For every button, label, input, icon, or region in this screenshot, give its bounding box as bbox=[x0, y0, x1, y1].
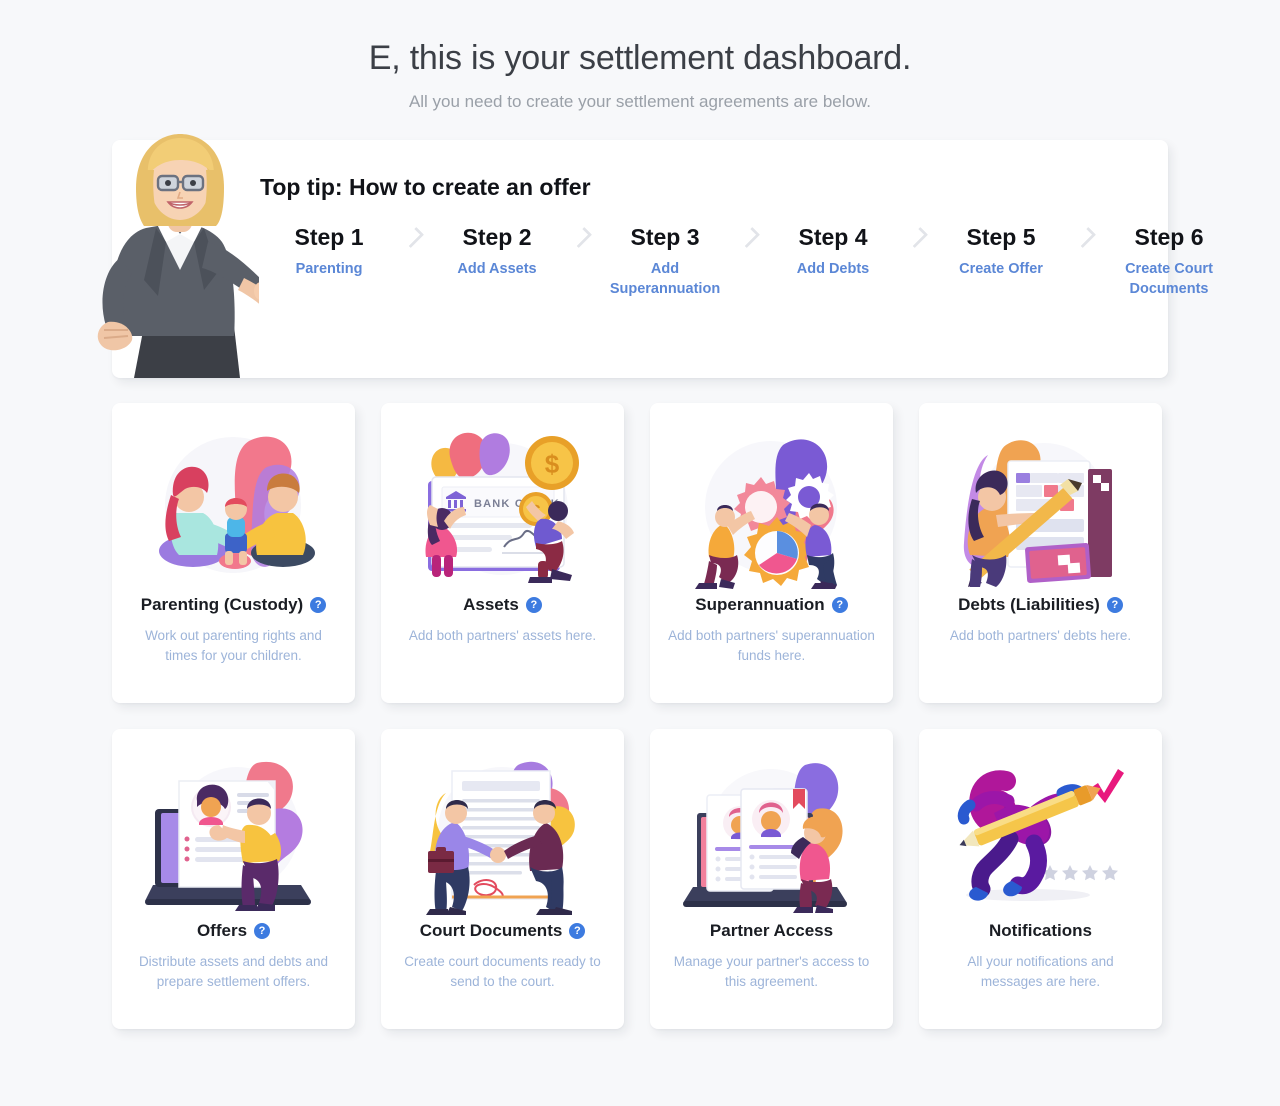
top-tip-card: Top tip: How to create an offer Step 1 P… bbox=[97, 133, 1213, 378]
card-title-text: Partner Access bbox=[709, 920, 834, 940]
card-title-text: Offers bbox=[196, 920, 248, 940]
chevron-right-icon bbox=[732, 223, 766, 248]
step-number: Step 3 bbox=[630, 223, 700, 250]
chevron-right-icon bbox=[900, 223, 934, 248]
card-title: Superannuation ? bbox=[695, 594, 848, 615]
top-tip-heading: Top tip: How to create an offer bbox=[260, 173, 591, 200]
step-item-3[interactable]: Step 3 Add Superannuation bbox=[598, 223, 732, 300]
card-partner-access[interactable]: Partner Access ? Manage your partner's a… bbox=[650, 728, 893, 1029]
card-description: All your notifications and messages are … bbox=[967, 954, 1114, 990]
step-number: Step 5 bbox=[966, 223, 1036, 250]
step-number: Step 2 bbox=[462, 223, 532, 250]
card-title: Debts (Liabilities) ? bbox=[958, 595, 1123, 615]
top-tip-section: Top tip: How to create an offer Step 1 P… bbox=[97, 133, 1213, 378]
step-label[interactable]: Create Offer bbox=[934, 259, 1068, 280]
card-title-text: Debts (Liabilities) bbox=[958, 594, 1100, 614]
card-description: Add both partners' superannuation funds … bbox=[668, 628, 875, 664]
card-description: Manage your partner's access to this agr… bbox=[673, 954, 870, 990]
question-mark-circle-icon[interactable]: ? bbox=[310, 596, 327, 613]
step-item-4[interactable]: Step 4 Add Debts bbox=[766, 223, 900, 279]
question-mark-circle-icon[interactable]: ? bbox=[569, 922, 586, 939]
card-superannuation[interactable]: Superannuation ? Add both partners' supe… bbox=[650, 402, 893, 703]
person-running-pencil-illustration bbox=[948, 747, 1133, 915]
steps-list: Step 1 Parenting Step 2 Add Assets Step … bbox=[262, 223, 1212, 300]
chevron-right-icon bbox=[1068, 223, 1102, 248]
page-title: E, this is your settlement dashboard. bbox=[368, 39, 912, 77]
chevron-right-icon bbox=[564, 223, 598, 248]
card-description: Distribute assets and debts and prepare … bbox=[138, 954, 329, 990]
step-item-2[interactable]: Step 2 Add Assets bbox=[430, 223, 564, 279]
businesswoman-pointing-illustration bbox=[84, 130, 298, 378]
card-notifications[interactable]: Notifications ? All your notifications a… bbox=[919, 728, 1162, 1029]
card-parenting[interactable]: Parenting (Custody) ? Work out parenting… bbox=[112, 402, 355, 703]
hero-header: E, this is your settlement dashboard. Al… bbox=[0, 0, 1280, 112]
svg-text:$: $ bbox=[545, 449, 560, 479]
question-mark-circle-icon[interactable]: ? bbox=[254, 922, 271, 939]
card-title-text: Notifications bbox=[989, 920, 1092, 940]
gears-cogs-illustration bbox=[679, 421, 864, 589]
card-description: Work out parenting rights and times for … bbox=[145, 628, 322, 664]
laptop-profile-review-illustration bbox=[141, 747, 326, 915]
chevron-right-icon bbox=[396, 223, 430, 248]
card-description: Add both partners' debts here. bbox=[949, 628, 1132, 644]
question-mark-circle-icon[interactable]: ? bbox=[525, 596, 542, 613]
card-debts[interactable]: Debts (Liabilities) ? Add both partners'… bbox=[919, 402, 1162, 703]
card-title: Parenting (Custody) ? bbox=[140, 594, 327, 615]
bank-check-money-illustration: BANK CHECK $ $ bbox=[410, 421, 595, 589]
card-title-text: Parenting (Custody) bbox=[140, 594, 304, 614]
card-assets[interactable]: BANK CHECK $ $ bbox=[381, 402, 624, 703]
step-label[interactable]: Add Assets bbox=[430, 259, 564, 280]
card-title-text: Superannuation bbox=[695, 594, 825, 614]
step-label[interactable]: Add Superannuation bbox=[598, 259, 732, 300]
card-title: Partner Access ? bbox=[710, 921, 833, 941]
profile-cards-laptop-illustration bbox=[679, 747, 864, 915]
card-title: Assets ? bbox=[463, 595, 542, 615]
step-number: Step 4 bbox=[798, 223, 868, 250]
card-description: Add both partners' assets here. bbox=[408, 628, 597, 644]
card-title: Offers ? bbox=[196, 920, 271, 941]
step-number: Step 1 bbox=[294, 223, 364, 250]
card-title-text: Assets bbox=[463, 594, 519, 614]
step-label[interactable]: Create Court Documents bbox=[1102, 259, 1236, 300]
dashboard-card-grid: Parenting (Custody) ? Work out parenting… bbox=[112, 402, 1168, 1029]
step-label[interactable]: Add Debts bbox=[766, 259, 900, 280]
page-subtitle: All you need to create your settlement a… bbox=[408, 91, 872, 111]
handshake-contract-illustration bbox=[410, 747, 595, 915]
card-title-text: Court Documents bbox=[419, 920, 563, 940]
step-item-1[interactable]: Step 1 Parenting bbox=[262, 223, 396, 279]
step-number: Step 6 bbox=[1134, 223, 1204, 250]
question-mark-circle-icon[interactable]: ? bbox=[1106, 596, 1123, 613]
family-parenting-illustration bbox=[141, 421, 326, 589]
card-title: Notifications ? bbox=[989, 921, 1092, 941]
step-label[interactable]: Parenting bbox=[262, 259, 396, 280]
card-title: Court Documents ? bbox=[420, 921, 586, 941]
dashboard-page: E, this is your settlement dashboard. Al… bbox=[0, 0, 1280, 1106]
step-item-6[interactable]: Step 6 Create Court Documents bbox=[1102, 223, 1236, 300]
card-court-documents[interactable]: Court Documents ? Create court documents… bbox=[381, 728, 624, 1029]
card-offers[interactable]: Offers ? Distribute assets and debts and… bbox=[112, 728, 355, 1029]
card-description: Create court documents ready to send to … bbox=[404, 954, 601, 990]
question-mark-circle-icon[interactable]: ? bbox=[831, 596, 848, 613]
step-item-5[interactable]: Step 5 Create Offer bbox=[934, 223, 1068, 279]
person-document-chart-illustration bbox=[948, 421, 1133, 589]
